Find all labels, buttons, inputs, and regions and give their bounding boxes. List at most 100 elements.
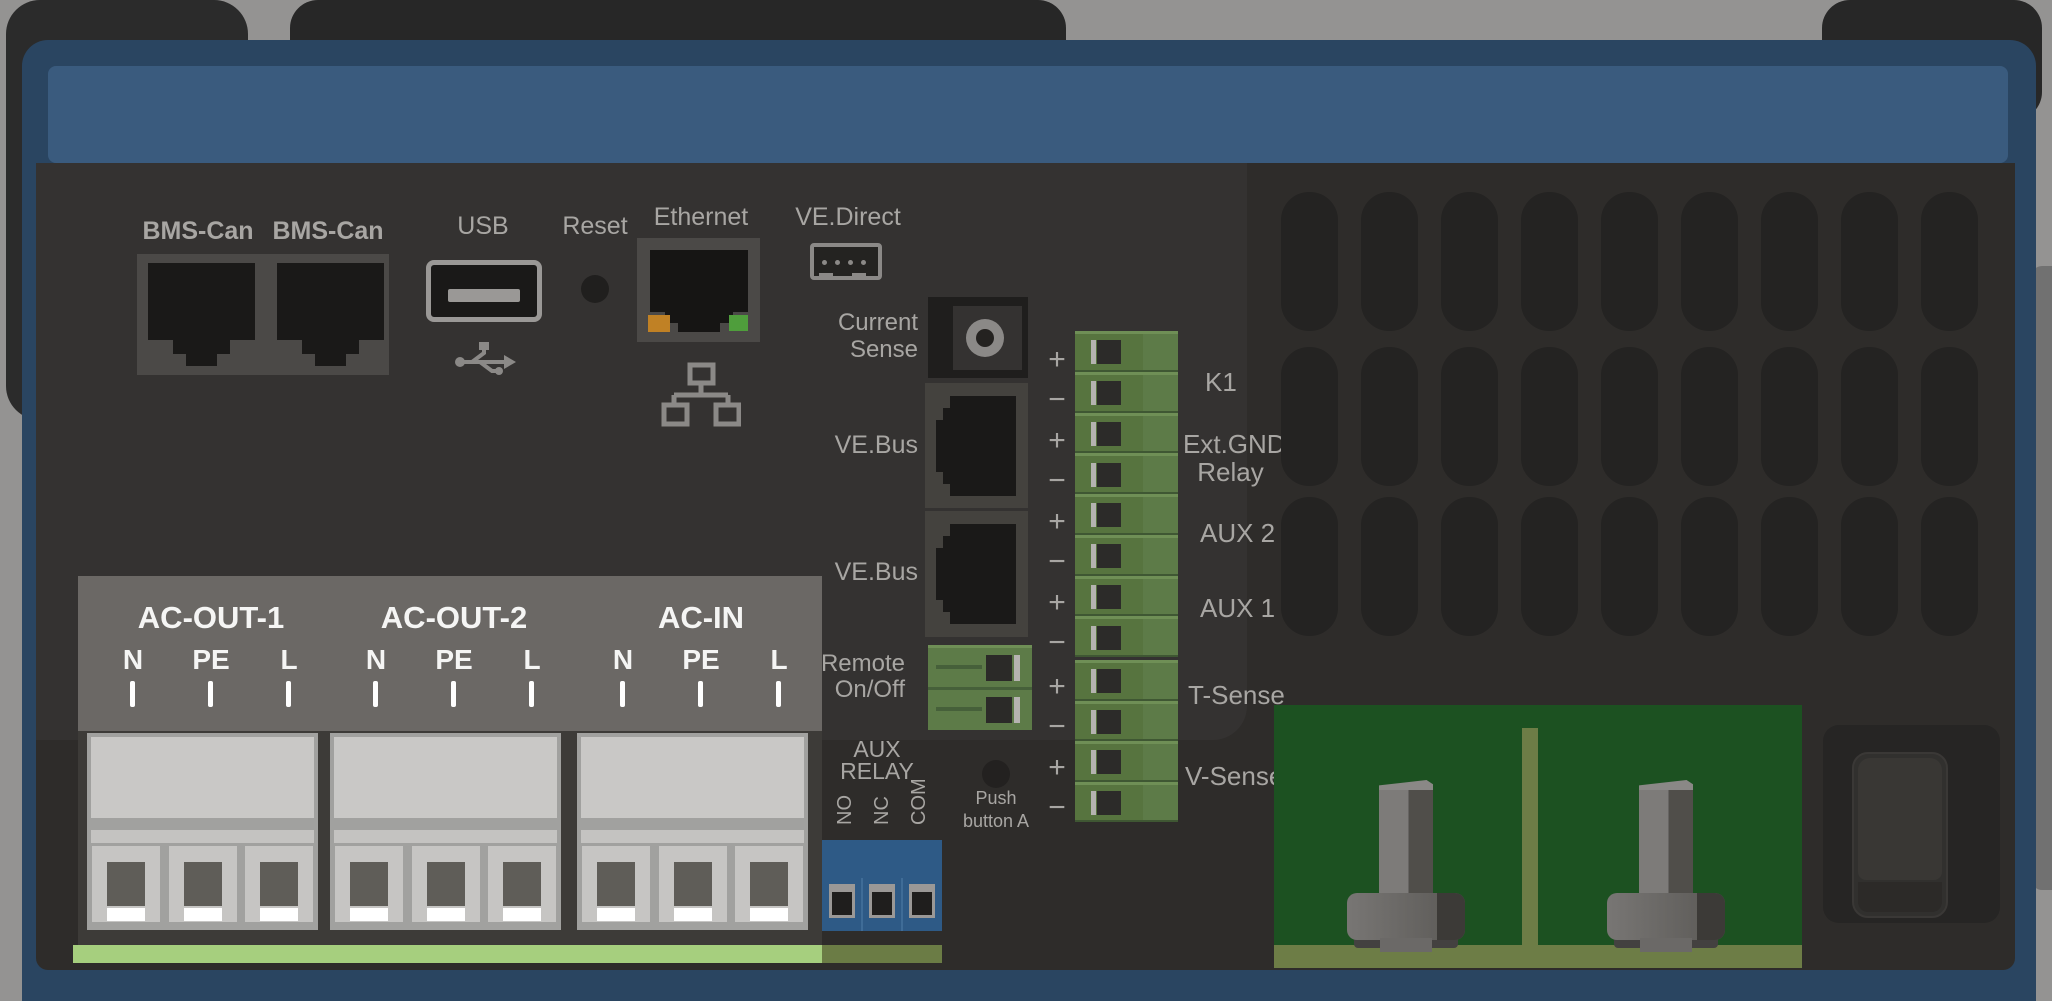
ve-bus-port-1[interactable] — [925, 383, 1028, 508]
signal-terminal-block-lower[interactable] — [1075, 660, 1178, 822]
bms-can-port-plate[interactable] — [137, 254, 389, 375]
bms-can-port-1-tab2 — [186, 354, 217, 366]
rocker-switch[interactable] — [1852, 752, 1948, 918]
screw-terminal[interactable] — [92, 846, 160, 922]
screw-terminal[interactable] — [335, 846, 403, 922]
ethernet-port-tab2 — [678, 323, 720, 332]
remote-terminal-sliver — [1014, 655, 1020, 681]
rocker-face — [1858, 758, 1942, 880]
signal-terminal[interactable] — [1075, 372, 1178, 413]
channel-extgnd-label-2: Relay — [1183, 459, 1278, 486]
polarity-sign: − — [1042, 546, 1072, 578]
channel-vsense-label: V-Sense — [1185, 763, 1283, 790]
network-icon — [661, 362, 741, 428]
ac-in-terminal-block[interactable] — [577, 733, 808, 930]
current-sense-jack[interactable] — [928, 297, 1028, 378]
ac-out-2-title: AC-OUT-2 — [334, 602, 574, 635]
ve-direct-notch — [819, 273, 833, 276]
screw-terminal[interactable] — [488, 846, 556, 922]
polarity-sign: + — [1042, 671, 1072, 703]
screw-terminal[interactable] — [169, 846, 237, 922]
strip-olive-aux — [822, 945, 942, 963]
polarity-sign: + — [1042, 587, 1072, 619]
ac-in-title: AC-IN — [581, 602, 821, 635]
ac-pin-label: N — [341, 645, 411, 674]
battery-terminal-bolt-minus[interactable] — [1347, 780, 1465, 954]
relay-pin-com-label: COM — [908, 735, 930, 825]
remote-slot — [936, 707, 982, 711]
ac-pin-label: N — [98, 645, 168, 674]
polarity-sign: + — [1042, 344, 1072, 376]
ethernet-port-plate[interactable] — [637, 238, 760, 342]
ve-direct-connector[interactable] — [810, 243, 882, 280]
remote-terminal-hole — [986, 697, 1012, 723]
ethernet-led-green — [729, 315, 748, 331]
screw-terminal[interactable] — [245, 846, 313, 922]
remote-on-off-connector[interactable] — [928, 645, 1032, 730]
ve-bus-port-2[interactable] — [925, 511, 1028, 637]
signal-terminal[interactable] — [1075, 616, 1178, 657]
pin-tick — [130, 681, 135, 707]
ethernet-label: Ethernet — [631, 204, 771, 230]
ve-direct-label: VE.Direct — [778, 204, 918, 230]
screw-terminal[interactable] — [412, 846, 480, 922]
ac-pin-label: PE — [176, 645, 246, 674]
screw-terminal[interactable] — [659, 846, 727, 922]
channel-aux1-label: AUX 1 — [1200, 595, 1275, 622]
aux-relay-terminal-com — [909, 884, 935, 918]
ve-bus-1-label: VE.Bus — [798, 432, 918, 458]
signal-terminal[interactable] — [1075, 494, 1178, 535]
signal-terminal[interactable] — [1075, 413, 1178, 454]
aux-relay-cell-separator — [901, 878, 903, 931]
ac-out-2-terminal-block[interactable] — [330, 733, 561, 930]
case-blue-band — [48, 66, 2008, 163]
signal-terminal[interactable] — [1075, 701, 1178, 742]
ve-direct-pin — [861, 260, 866, 265]
bms-can-port-1[interactable] — [148, 263, 255, 340]
signal-terminal[interactable] — [1075, 741, 1178, 782]
channel-extgnd-label-1: Ext.GND — [1183, 431, 1278, 458]
ac-out-1-terminal-block[interactable] — [87, 733, 318, 930]
signal-terminal[interactable] — [1075, 576, 1178, 617]
polarity-sign: − — [1042, 465, 1072, 497]
ve-bus-1-hole — [950, 396, 1016, 496]
terminal-cover — [334, 737, 557, 818]
ve-bus-2-hole-step — [943, 536, 950, 612]
polarity-sign: − — [1042, 792, 1072, 824]
signal-terminal[interactable] — [1075, 660, 1178, 701]
push-button-label-1: Push — [946, 789, 1046, 808]
ve-direct-pin — [822, 260, 827, 265]
pin-tick — [208, 681, 213, 707]
usb-port-tongue — [448, 289, 520, 302]
signal-terminal[interactable] — [1075, 331, 1178, 372]
screw-terminal[interactable] — [735, 846, 803, 922]
push-button-a[interactable] — [982, 760, 1010, 788]
ac-pin-label: PE — [419, 645, 489, 674]
signal-terminal[interactable] — [1075, 453, 1178, 494]
usb-port[interactable] — [426, 260, 542, 322]
aux-relay-terminal-block[interactable] — [822, 840, 942, 931]
reset-button[interactable] — [581, 275, 609, 303]
screw-terminal[interactable] — [582, 846, 650, 922]
ethernet-port[interactable] — [650, 250, 748, 312]
pin-tick — [451, 681, 456, 707]
signal-terminal-block-upper[interactable] — [1075, 331, 1178, 657]
terminal-stripe — [334, 830, 557, 843]
remote-slot — [936, 665, 982, 669]
ve-direct-notch — [852, 273, 866, 276]
ac-pin-label: L — [254, 645, 324, 674]
strip-light-green — [73, 945, 822, 963]
terminal-stripe — [581, 830, 804, 843]
signal-terminal[interactable] — [1075, 782, 1178, 823]
rocker-lip — [1858, 882, 1942, 912]
battery-terminal-bolt-plus[interactable] — [1607, 780, 1725, 954]
signal-terminal[interactable] — [1075, 535, 1178, 576]
polarity-sign: + — [1042, 425, 1072, 457]
pin-tick — [373, 681, 378, 707]
ac-out-1-title: AC-OUT-1 — [91, 602, 331, 635]
aux-relay-terminal-no — [829, 884, 855, 918]
bms-can-port-2[interactable] — [277, 263, 384, 340]
ac-pin-label: L — [744, 645, 814, 674]
ve-bus-2-hole — [950, 524, 1016, 624]
channel-k1-label: K1 — [1205, 369, 1237, 396]
